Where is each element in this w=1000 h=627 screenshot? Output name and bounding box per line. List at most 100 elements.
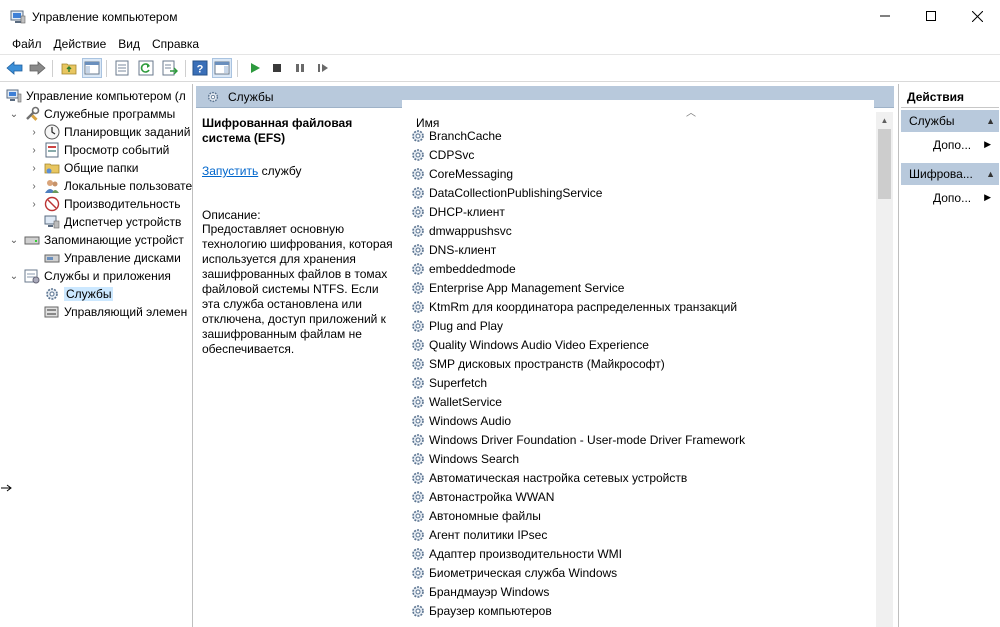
service-gear-icon: [410, 394, 426, 410]
tree-item-storage[interactable]: ⌄ Запоминающие устройст: [8, 231, 184, 249]
refresh-icon[interactable]: [136, 58, 156, 78]
service-row[interactable]: Автономные файлы: [410, 506, 541, 525]
tree-item-performance[interactable]: › Производительность: [28, 195, 180, 213]
vertical-scrollbar[interactable]: ▲: [876, 112, 893, 627]
chevron-down-icon[interactable]: ⌄: [8, 234, 20, 246]
chevron-right-icon[interactable]: ›: [28, 126, 40, 138]
service-name: Автономные файлы: [429, 508, 541, 523]
up-folder-icon[interactable]: [59, 58, 79, 78]
service-gear-icon: [410, 451, 426, 467]
service-row[interactable]: Автоматическая настройка сетевых устройс…: [410, 468, 687, 487]
service-row[interactable]: Windows Audio: [410, 411, 511, 430]
tree-item-label: Диспетчер устройств: [64, 215, 182, 229]
service-name: Quality Windows Audio Video Experience: [429, 337, 649, 352]
collapse-up-icon[interactable]: ▲: [986, 169, 995, 179]
menu-action[interactable]: Действие: [48, 37, 113, 51]
tree-item-wmi-control[interactable]: Управляющий элемен: [44, 303, 187, 321]
service-row[interactable]: SMP дисковых пространств (Майкрософт): [410, 354, 665, 373]
stop-service-icon[interactable]: [267, 58, 287, 78]
service-row[interactable]: Superfetch: [410, 373, 487, 392]
service-name: Superfetch: [429, 375, 488, 390]
chevron-right-icon[interactable]: ›: [28, 144, 40, 156]
tree-item-task-scheduler[interactable]: › Планировщик заданий: [28, 123, 190, 141]
service-gear-icon: [410, 565, 426, 581]
service-gear-icon: [410, 603, 426, 619]
tree-item-system-tools[interactable]: ⌄ Служебные программы: [8, 105, 175, 123]
service-row[interactable]: dmwappushsvc: [410, 221, 512, 240]
service-row[interactable]: embeddedmode: [410, 259, 516, 278]
actions-more-selected-service[interactable]: Допо... ▶: [901, 188, 999, 208]
service-row[interactable]: Адаптер производительности WMI: [410, 544, 622, 563]
help-icon[interactable]: ?: [190, 58, 210, 78]
service-name: KtmRm для координатора распределенных тр…: [429, 299, 738, 314]
clock-icon: [44, 124, 60, 140]
scrollbar-thumb[interactable]: [878, 129, 891, 199]
chevron-down-icon[interactable]: ⌄: [8, 270, 20, 282]
service-row[interactable]: Автонастройка WWAN: [410, 487, 554, 506]
tree-item-label: Производительность: [64, 197, 181, 211]
service-row[interactable]: Брандмауэр Windows: [410, 582, 549, 601]
start-service-link[interactable]: Запустить: [202, 164, 258, 178]
service-row[interactable]: DNS-клиент: [410, 240, 496, 259]
tree-item-device-manager[interactable]: Диспетчер устройств: [44, 213, 181, 231]
storage-icon: [24, 232, 40, 248]
service-name: embeddedmode: [429, 261, 516, 276]
scroll-up-arrow-icon[interactable]: ▲: [876, 112, 893, 128]
tree-item-services-and-apps[interactable]: ⌄ Службы и приложения: [8, 267, 171, 285]
service-gear-icon: [410, 223, 426, 239]
service-row[interactable]: KtmRm для координатора распределенных тр…: [410, 297, 737, 316]
title-bar: Управление компьютером: [0, 0, 1000, 34]
start-service-suffix: службу: [258, 164, 302, 178]
actions-group-services[interactable]: Службы ▲: [901, 110, 999, 132]
service-row[interactable]: Агент политики IPsec: [410, 525, 547, 544]
chevron-right-icon[interactable]: ›: [28, 162, 40, 174]
close-button[interactable]: [954, 0, 1000, 32]
tree-item-local-users[interactable]: › Локальные пользовате: [28, 177, 192, 195]
chevron-right-icon[interactable]: ›: [28, 198, 40, 210]
actions-group-selected-service[interactable]: Шифрова... ▲: [901, 163, 999, 185]
menu-view[interactable]: Вид: [112, 37, 146, 51]
service-row[interactable]: WalletService: [410, 392, 502, 411]
tree-item-computer-management[interactable]: Управление компьютером (л: [6, 87, 186, 105]
tree-item-services[interactable]: Службы: [44, 285, 114, 303]
export-list-icon[interactable]: [160, 58, 180, 78]
service-row[interactable]: Plug and Play: [410, 316, 503, 335]
service-row[interactable]: CDPSvc: [410, 145, 474, 164]
service-row[interactable]: BranchCache: [410, 126, 502, 145]
show-hide-action-pane-icon[interactable]: [212, 58, 232, 78]
tree-item-event-viewer[interactable]: › Просмотр событий: [28, 141, 169, 159]
minimize-button[interactable]: [862, 0, 908, 32]
service-gear-icon: [410, 299, 426, 315]
actions-more-services[interactable]: Допо... ▶: [901, 135, 999, 155]
service-row[interactable]: DataCollectionPublishingService: [410, 183, 602, 202]
service-row[interactable]: Windows Driver Foundation - User-mode Dr…: [410, 430, 745, 449]
tree-item-shared-folders[interactable]: › Общие папки: [28, 159, 138, 177]
back-arrow-icon[interactable]: [5, 58, 25, 78]
pause-service-icon[interactable]: [290, 58, 310, 78]
service-row[interactable]: CoreMessaging: [410, 164, 513, 183]
service-name: Автоматическая настройка сетевых устройс…: [429, 470, 688, 485]
actions-item-label: Допо...: [933, 191, 972, 205]
tree-item-disk-management[interactable]: Управление дисками: [44, 249, 181, 267]
forward-arrow-icon[interactable]: [27, 58, 47, 78]
chevron-right-icon[interactable]: ›: [28, 180, 40, 192]
tree-item-label: Управление компьютером (л: [26, 89, 186, 103]
menu-file[interactable]: Файл: [6, 37, 48, 51]
service-row[interactable]: DHCP-клиент: [410, 202, 505, 221]
service-row[interactable]: Quality Windows Audio Video Experience: [410, 335, 649, 354]
collapse-up-icon[interactable]: ▲: [986, 116, 995, 126]
show-hide-tree-icon[interactable]: [82, 58, 102, 78]
chevron-down-icon[interactable]: ⌄: [8, 108, 20, 120]
tree-item-label: Управляющий элемен: [64, 305, 188, 319]
console-tree: Управление компьютером (л ⌄ Служебные пр…: [0, 84, 193, 627]
maximize-button[interactable]: [908, 0, 954, 32]
service-row[interactable]: Enterprise App Management Service: [410, 278, 624, 297]
resume-service-icon[interactable]: [313, 58, 333, 78]
properties-icon[interactable]: [112, 58, 132, 78]
service-row[interactable]: Браузер компьютеров: [410, 601, 552, 620]
service-row[interactable]: Биометрическая служба Windows: [410, 563, 617, 582]
service-row[interactable]: Windows Search: [410, 449, 519, 468]
start-service-icon[interactable]: [245, 58, 265, 78]
toolbar-separator: [52, 60, 53, 77]
menu-help[interactable]: Справка: [146, 37, 205, 51]
